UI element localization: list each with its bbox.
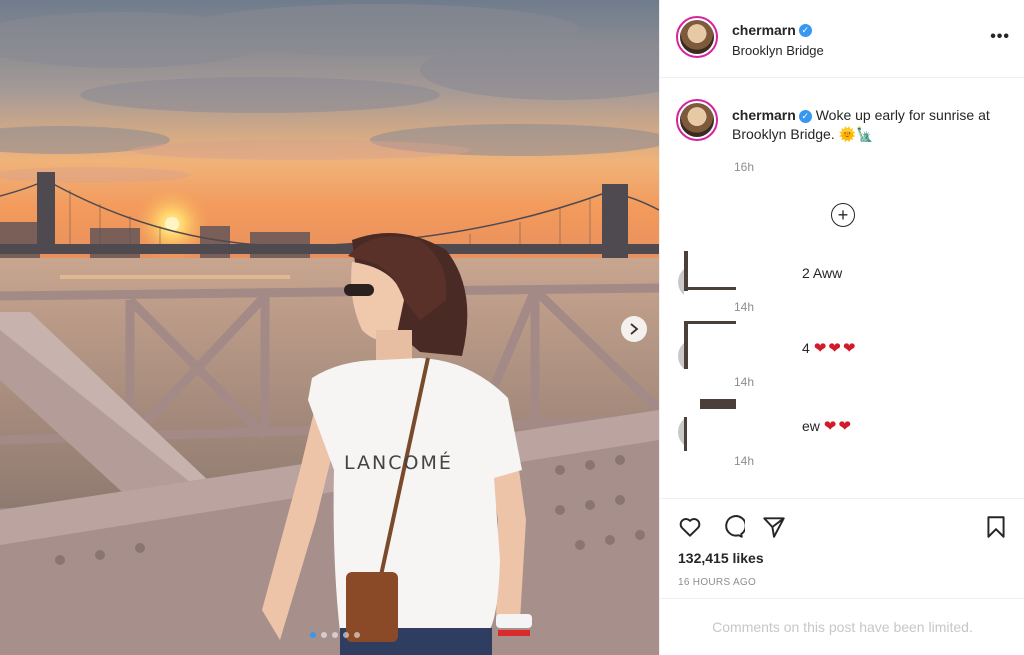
comment-item: ew ❤❤ 14h	[660, 397, 1024, 468]
post-timestamp[interactable]: 16 HOURS AGO	[678, 577, 756, 588]
comment-item: 2 Aww 14h	[660, 251, 1024, 321]
comment-timestamp[interactable]: 14h	[734, 300, 754, 314]
carousel-dot	[310, 632, 316, 638]
load-more-comments-button[interactable]: +	[831, 203, 855, 227]
carousel-dot	[332, 632, 338, 638]
comment-bubble-icon[interactable]	[719, 514, 745, 540]
paper-plane-icon[interactable]	[761, 514, 787, 540]
comment-text: 2 Aww	[802, 265, 843, 281]
carousel-dot	[343, 632, 349, 638]
comment-timestamp[interactable]: 14h	[734, 454, 754, 468]
comments-limited-notice: Comments on this post have been limited.	[660, 598, 1024, 655]
heart-emoji: ❤❤	[823, 418, 853, 435]
post-header: chermarn ✓ Brooklyn Bridge •••	[660, 0, 1024, 78]
carousel-next-button[interactable]	[621, 316, 647, 342]
author-avatar[interactable]	[676, 16, 718, 58]
brooklyn-bridge-sunrise-photo	[0, 0, 659, 655]
verified-badge-icon: ✓	[798, 109, 812, 123]
caption-timestamp[interactable]: 16h	[734, 160, 754, 174]
author-avatar[interactable]	[676, 99, 718, 141]
post-details-panel: chermarn ✓ Brooklyn Bridge ••• chermarn ✓ …	[659, 0, 1024, 655]
comment-item: 4 ❤❤❤ 14h	[660, 321, 1024, 391]
author-username[interactable]: chermarn	[732, 22, 796, 38]
more-options-icon[interactable]: •••	[990, 28, 1010, 46]
comment-text: ew ❤❤	[802, 418, 853, 435]
post-actions: 132,415 likes 16 HOURS AGO	[660, 498, 1024, 598]
caption-emoji: 🌞🗽	[838, 126, 874, 142]
verified-badge-icon: ✓	[798, 24, 812, 38]
post-location[interactable]: Brooklyn Bridge	[732, 43, 824, 58]
chevron-right-icon	[630, 323, 639, 335]
comment-text: 4 ❤❤❤	[802, 340, 858, 357]
carousel-dot	[321, 632, 327, 638]
comments-list[interactable]: chermarn ✓ Woke up early for sunrise at B…	[660, 79, 1024, 497]
caption-username[interactable]: chermarn	[732, 107, 796, 123]
post-photo[interactable]: LANCOMÉ	[0, 0, 659, 655]
carousel-indicator	[310, 632, 360, 638]
carousel-dot	[354, 632, 360, 638]
comment-timestamp[interactable]: 14h	[734, 375, 754, 389]
bookmark-icon[interactable]	[983, 514, 1009, 540]
heart-emoji: ❤❤❤	[813, 340, 858, 357]
shirt-print-text: LANCOMÉ	[344, 452, 453, 474]
heart-icon[interactable]	[677, 514, 703, 540]
add-circle-icon: +	[837, 205, 849, 225]
like-count[interactable]: 132,415 likes	[678, 550, 764, 566]
